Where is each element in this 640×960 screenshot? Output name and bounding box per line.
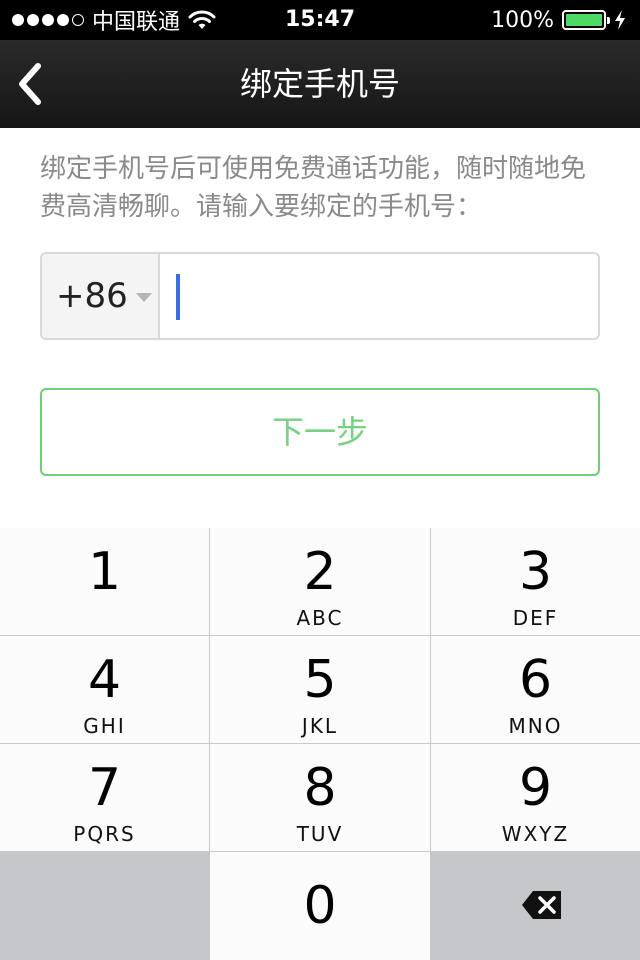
keypad-key-9[interactable]: 9 WXYZ (431, 744, 640, 852)
key-letters: JKL (301, 714, 339, 738)
navigation-bar: 绑定手机号 (0, 40, 640, 128)
phone-number-input[interactable] (160, 254, 598, 338)
keypad-key-7[interactable]: 7 PQRS (0, 744, 210, 852)
key-letters: TUV (296, 822, 344, 846)
battery-percent: 100% (491, 7, 554, 33)
keypad-key-3[interactable]: 3 DEF (431, 528, 640, 636)
phone-number-row: +86 (40, 252, 600, 340)
key-digit: 0 (303, 876, 337, 936)
key-digit: 1 (87, 542, 122, 602)
instruction-text: 绑定手机号后可使用免费通话功能，随时随地免费高清畅聊。请输入要绑定的手机号： (40, 154, 587, 222)
key-digit: 6 (518, 650, 553, 710)
keypad-key-1[interactable]: 1 (0, 528, 210, 636)
country-code: +86 (56, 276, 128, 316)
keypad-key-2[interactable]: 2 ABC (210, 528, 431, 636)
battery-icon (562, 10, 610, 30)
key-letters: DEF (512, 606, 559, 630)
keypad-key-6[interactable]: 6 MNO (431, 636, 640, 744)
battery-nub (607, 17, 610, 24)
key-digit: 7 (87, 758, 122, 818)
page-title: 绑定手机号 (239, 65, 400, 103)
battery-fill (566, 14, 602, 26)
key-digit: 4 (87, 650, 122, 710)
backspace-icon (522, 891, 561, 919)
next-step-button[interactable]: 下一步 (40, 388, 600, 476)
country-code-selector[interactable]: +86 (42, 254, 160, 338)
keypad-key-5[interactable]: 5 JKL (210, 636, 431, 744)
key-digit: 5 (303, 650, 337, 710)
key-digit: 8 (303, 758, 337, 818)
key-letters: GHI (83, 714, 126, 738)
key-digit: 3 (518, 542, 553, 602)
dropdown-arrow-icon (135, 292, 152, 302)
keypad-key-0[interactable]: 0 (210, 852, 431, 960)
key-letters: PQRS (73, 822, 136, 846)
key-letters: WXYZ (501, 822, 570, 846)
keypad-key-8[interactable]: 8 TUV (210, 744, 431, 852)
key-digit: 9 (518, 758, 553, 818)
charging-bolt-icon (615, 10, 625, 30)
key-letters: ABC (296, 606, 344, 630)
keypad-delete-key[interactable] (431, 852, 640, 960)
key-digit: 2 (303, 542, 337, 602)
numeric-keypad: 1 2 ABC 3 DEF 4 GHI 5 JKL 6 MNO 7 PQRS 8… (0, 528, 640, 960)
status-right: 100% (491, 0, 626, 40)
status-bar: 中国联通 15:47 100% (0, 0, 640, 40)
key-letters: MNO (508, 714, 563, 738)
text-caret (176, 274, 180, 320)
keypad-blank-key (0, 852, 210, 960)
keypad-key-4[interactable]: 4 GHI (0, 636, 210, 744)
